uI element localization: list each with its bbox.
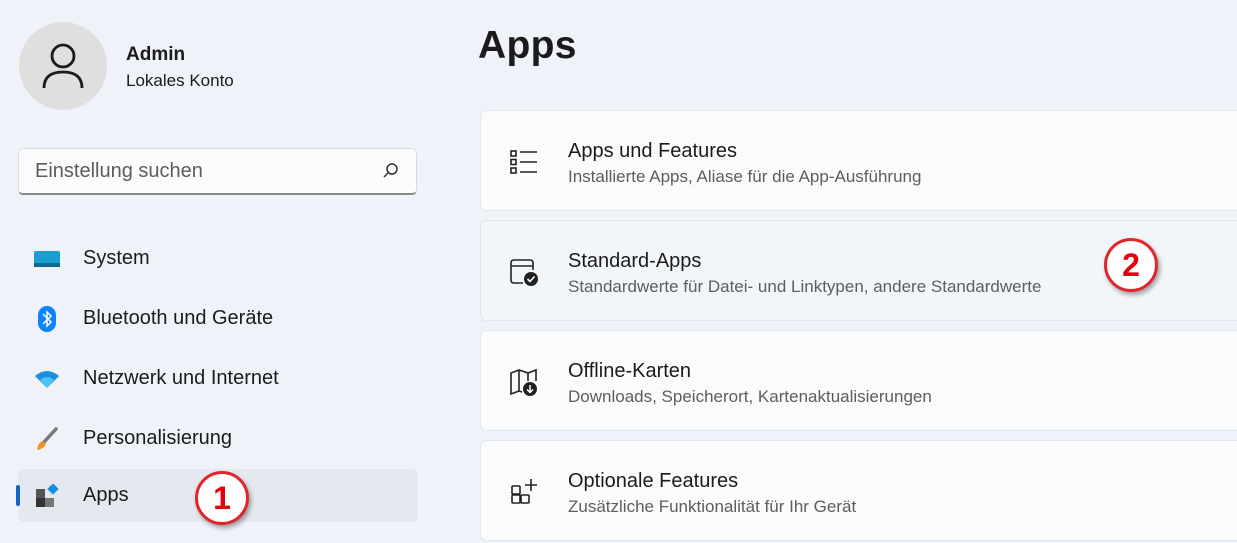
default-apps-icon bbox=[510, 259, 538, 286]
sidebar-item-network[interactable]: Netzwerk und Internet bbox=[18, 352, 418, 405]
bluetooth-icon bbox=[34, 305, 60, 332]
user-name: Admin bbox=[126, 44, 186, 65]
map-download-icon bbox=[510, 368, 537, 396]
sidebar-item-personalization[interactable]: Personalisierung bbox=[18, 412, 418, 465]
card-subtitle: Downloads, Speicherort, Kartenaktualisie… bbox=[568, 387, 932, 406]
user-icon bbox=[42, 43, 84, 89]
card-title: Optionale Features bbox=[568, 470, 739, 492]
active-indicator bbox=[16, 485, 20, 506]
card-subtitle: Zusätzliche Funktionalität für Ihr Gerät bbox=[568, 497, 857, 516]
card-title: Offline-Karten bbox=[568, 360, 692, 382]
step-badge-1: 1 bbox=[195, 471, 249, 525]
card-subtitle: Standardwerte für Datei- und Linktypen, … bbox=[568, 277, 1042, 296]
sidebar-item-label: Apps bbox=[83, 484, 129, 506]
sidebar-item-label: Netzwerk und Internet bbox=[83, 367, 279, 389]
wifi-icon bbox=[34, 366, 60, 392]
brush-icon bbox=[34, 426, 60, 452]
list-icon bbox=[510, 150, 537, 174]
sidebar-item-system[interactable]: System bbox=[18, 232, 418, 285]
sidebar-item-bluetooth[interactable]: Bluetooth und Geräte bbox=[18, 292, 418, 345]
search-input[interactable]: Einstellung suchen bbox=[18, 148, 417, 195]
step-badge-2: 2 bbox=[1104, 238, 1158, 292]
sidebar-item-label: System bbox=[83, 247, 150, 269]
search-placeholder: Einstellung suchen bbox=[35, 159, 203, 182]
search-icon[interactable] bbox=[382, 162, 400, 180]
sidebar-item-label: Bluetooth und Geräte bbox=[83, 307, 274, 329]
monitor-icon bbox=[34, 246, 60, 272]
card-apps-features[interactable]: Apps und Features Installierte Apps, Ali… bbox=[480, 110, 1237, 211]
apps-icon bbox=[34, 483, 60, 509]
card-optional-features[interactable]: Optionale Features Zusätzliche Funktiona… bbox=[480, 440, 1237, 541]
add-apps-icon bbox=[511, 479, 537, 504]
page-title: Apps bbox=[478, 24, 577, 67]
sidebar-item-label: Personalisierung bbox=[83, 427, 232, 449]
card-title: Apps und Features bbox=[568, 140, 737, 162]
avatar[interactable] bbox=[19, 22, 107, 110]
card-title: Standard-Apps bbox=[568, 250, 702, 272]
card-offline-maps[interactable]: Offline-Karten Downloads, Speicherort, K… bbox=[480, 330, 1237, 431]
account-type: Lokales Konto bbox=[126, 71, 234, 90]
card-subtitle: Installierte Apps, Aliase für die App-Au… bbox=[568, 167, 922, 186]
